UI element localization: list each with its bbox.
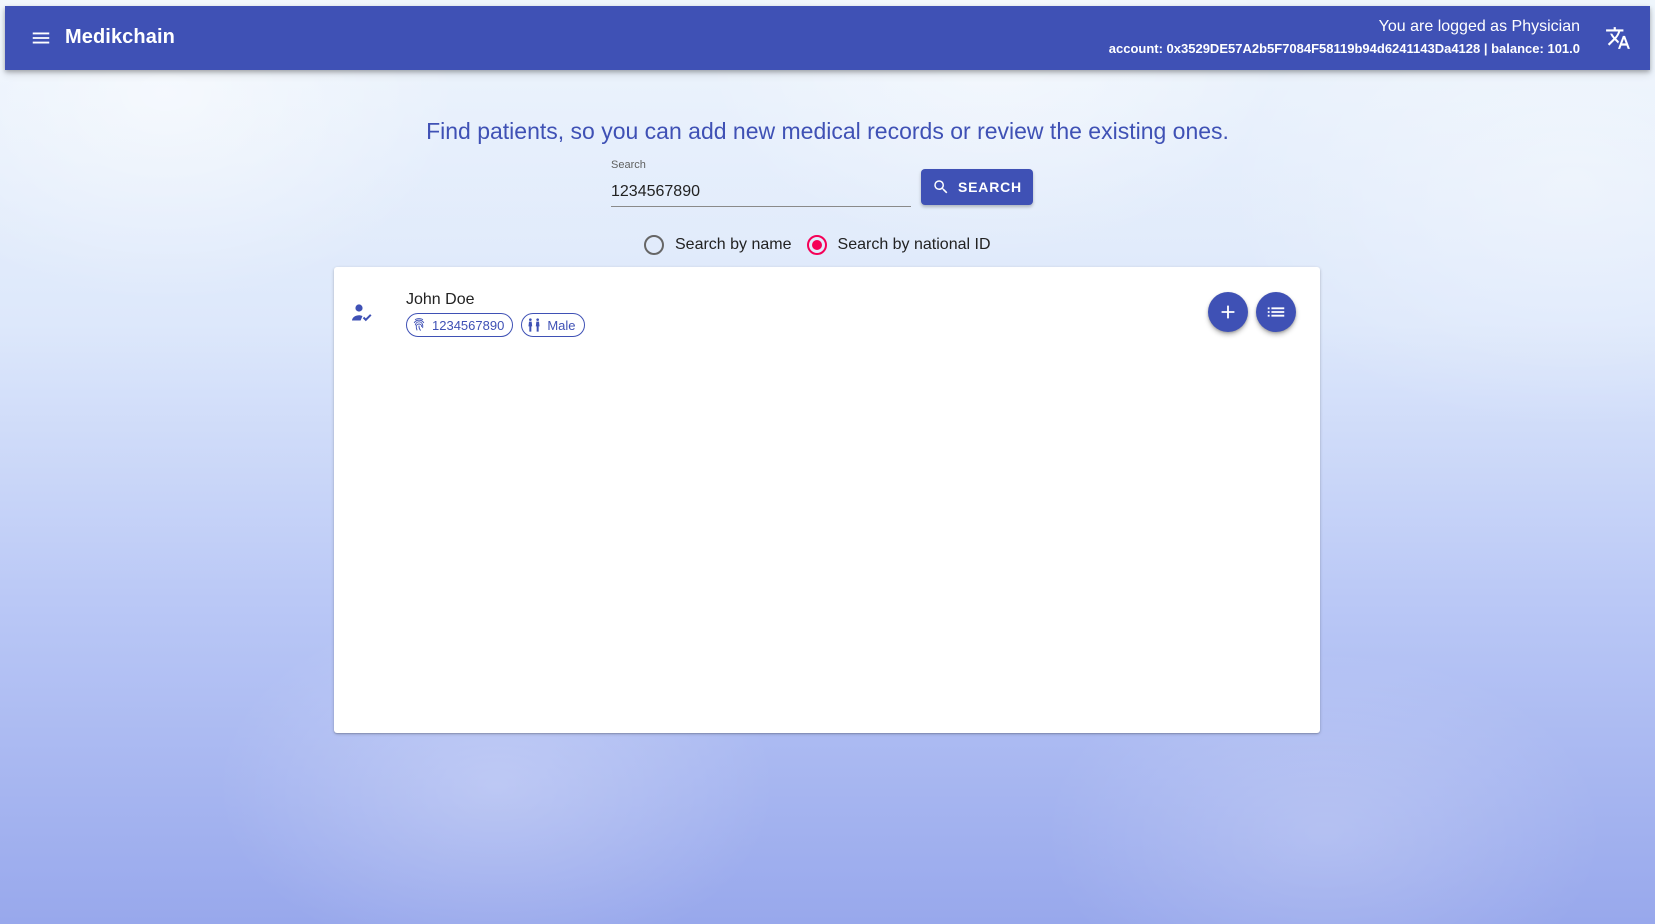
- add-icon: [1221, 305, 1235, 319]
- radio-label-national-id: Search by national ID: [837, 236, 991, 253]
- fingerprint-icon: [413, 318, 425, 331]
- search-icon: [934, 180, 948, 194]
- menu-button[interactable]: [25, 22, 57, 54]
- person-check-icon: [352, 304, 372, 322]
- app-title: Medikchain: [65, 26, 175, 48]
- results-card: John Doe 1234567890 Male: [334, 267, 1320, 733]
- app-bar: Medikchain You are logged as Physician a…: [5, 6, 1650, 70]
- search-button-label: SEARCH: [958, 179, 1022, 195]
- national-id-value: 1234567890: [432, 317, 505, 333]
- add-record-button[interactable]: [1208, 292, 1248, 332]
- view-records-button[interactable]: [1256, 292, 1296, 332]
- logged-as-text: You are logged as Physician: [1378, 18, 1580, 35]
- account-balance-text: account: 0x3529DE57A2b5F7084F58119b94d62…: [1108, 41, 1580, 56]
- patient-list-item: John Doe 1234567890 Male: [334, 267, 1320, 357]
- patient-chips: 1234567890 Male: [406, 313, 585, 337]
- list-icon: [1267, 307, 1285, 317]
- translate-button[interactable]: [1604, 24, 1632, 52]
- national-id-chip: 1234567890: [406, 313, 514, 337]
- radio-label-name: Search by name: [675, 236, 792, 253]
- radio-unchecked-icon[interactable]: [644, 235, 664, 255]
- translate-icon: [1606, 27, 1630, 49]
- gender-value: Male: [547, 317, 576, 333]
- menu-icon: [32, 32, 50, 44]
- search-label: Search: [611, 159, 646, 171]
- page-headline: Find patients, so you can add new medica…: [426, 118, 1229, 144]
- patient-name: John Doe: [406, 291, 475, 308]
- radio-search-by-name[interactable]: Search by name: [644, 235, 792, 255]
- search-field: Search: [611, 157, 911, 207]
- gender-chip: Male: [521, 313, 585, 337]
- search-input[interactable]: [611, 179, 911, 205]
- search-button[interactable]: SEARCH: [921, 169, 1033, 205]
- gender-icon: [528, 318, 540, 332]
- user-info: You are logged as Physician account: 0x3…: [1109, 16, 1580, 60]
- radio-search-by-national-id[interactable]: Search by national ID: [806, 235, 991, 255]
- radio-checked-icon[interactable]: [806, 235, 827, 255]
- search-mode-radio-group: Search by name Search by national ID: [644, 233, 991, 257]
